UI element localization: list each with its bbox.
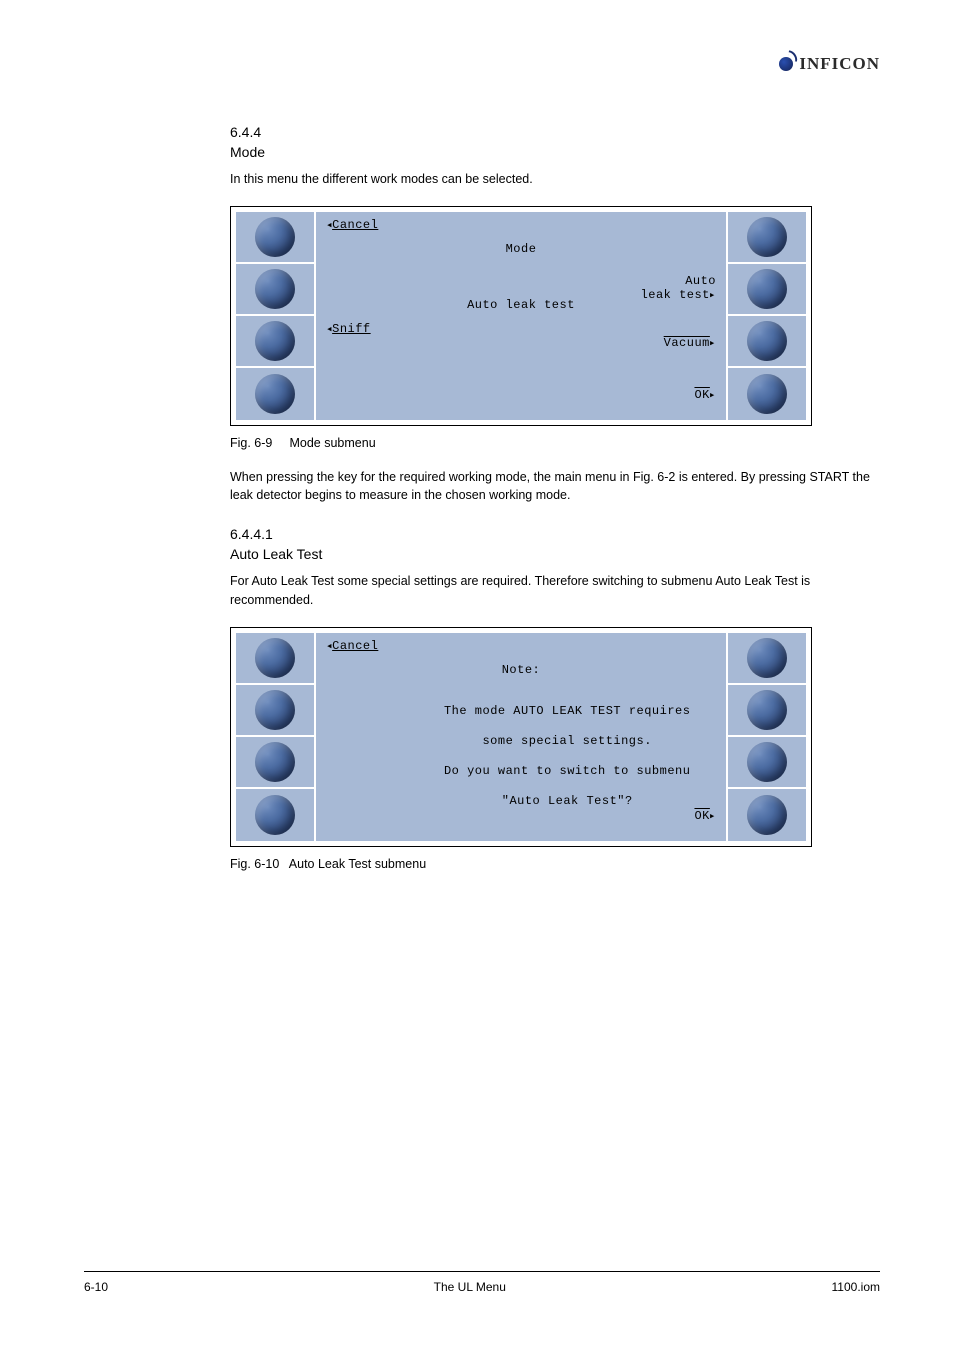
soft-button-l4[interactable]	[255, 374, 295, 414]
note-title: Note:	[316, 663, 726, 677]
soft-button-r1[interactable]	[747, 217, 787, 257]
lcd-screen: Cancel Mode Autoleak test Auto leak test…	[316, 212, 726, 420]
figure-caption-1: Fig. 6-9 Mode submenu	[230, 436, 884, 450]
soft-button-r3-b[interactable]	[747, 742, 787, 782]
subsection-paragraph: For Auto Leak Test some special settings…	[230, 572, 884, 608]
left-button-column	[236, 212, 316, 420]
cancel-label: Cancel	[326, 218, 378, 232]
brand-text: INFICON	[799, 54, 880, 74]
figure-caption-2: Fig. 6-10 Auto Leak Test submenu	[230, 857, 884, 871]
lcd-panel-mode: Cancel Mode Autoleak test Auto leak test…	[230, 206, 812, 426]
soft-button-r2-b[interactable]	[747, 690, 787, 730]
right-button-column-2	[726, 633, 806, 841]
footer-chapter-title: The UL Menu	[108, 1280, 831, 1294]
section-paragraph: When pressing the key for the required w…	[230, 468, 884, 504]
section-intro: In this menu the different work modes ca…	[230, 170, 884, 188]
figure-text-1: Mode submenu	[289, 436, 375, 450]
figure-text-2: Auto Leak Test submenu	[289, 857, 426, 871]
soft-button-r1-b[interactable]	[747, 638, 787, 678]
subsection-number: 6.4.4.1	[230, 526, 884, 542]
figure-label-2: Fig. 6-10	[230, 857, 286, 871]
soft-button-l1-b[interactable]	[255, 638, 295, 678]
soft-button-r2[interactable]	[747, 269, 787, 309]
sniff-label: Sniff	[326, 322, 371, 336]
page-footer: 6-10 The UL Menu 1100.iom	[84, 1271, 880, 1294]
screen-title: Mode	[316, 242, 726, 256]
right-button-column	[726, 212, 806, 420]
left-button-column-2	[236, 633, 316, 841]
footer-page-number: 6-10	[84, 1280, 108, 1294]
soft-button-l3-b[interactable]	[255, 742, 295, 782]
brand-logo: INFICON	[779, 54, 880, 74]
figure-label-1: Fig. 6-9	[230, 436, 286, 450]
soft-button-r3[interactable]	[747, 321, 787, 361]
brand-icon	[779, 57, 793, 71]
section-number: 6.4.4	[230, 124, 884, 140]
soft-button-l3[interactable]	[255, 321, 295, 361]
section-title: Mode	[230, 144, 884, 160]
soft-button-r4-b[interactable]	[747, 795, 787, 835]
soft-button-r4[interactable]	[747, 374, 787, 414]
vacuum-label: Vacuum	[664, 336, 716, 350]
soft-button-l2-b[interactable]	[255, 690, 295, 730]
soft-button-l4-b[interactable]	[255, 795, 295, 835]
ok-label-2: OK	[694, 809, 716, 823]
subsection-title: Auto Leak Test	[230, 546, 884, 562]
soft-button-l2[interactable]	[255, 269, 295, 309]
cancel-label-2: Cancel	[326, 639, 378, 653]
ok-label: OK	[694, 388, 716, 402]
soft-button-l1[interactable]	[255, 217, 295, 257]
footer-doc-id: 1100.iom	[832, 1280, 880, 1294]
lcd-screen-2: Cancel Note: The mode AUTO LEAK TEST req…	[316, 633, 726, 841]
lcd-panel-note: Cancel Note: The mode AUTO LEAK TEST req…	[230, 627, 812, 847]
current-mode-value: Auto leak test	[316, 298, 726, 312]
